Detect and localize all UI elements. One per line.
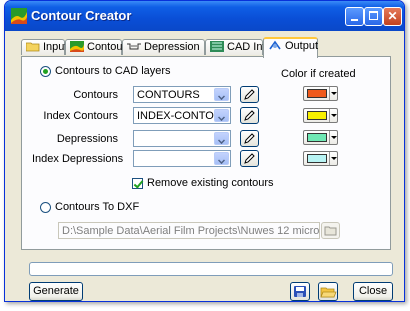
minimize-button[interactable]: [345, 7, 364, 26]
index-depressions-label: Index Depressions: [32, 153, 124, 165]
contour-map-icon: [70, 41, 84, 52]
chevron-down-icon[interactable]: [214, 132, 229, 145]
cad-info-icon: [210, 41, 224, 52]
contours-to-cad-radio[interactable]: [40, 66, 51, 77]
pencil-icon: [244, 89, 255, 100]
folder-open-icon: [324, 226, 337, 236]
dropdown-divider: [329, 87, 330, 100]
title-bar[interactable]: Contour Creator ✕: [5, 1, 404, 31]
minimize-icon: [351, 19, 358, 21]
open-button[interactable]: [318, 282, 338, 301]
depressions-label: Depressions: [56, 133, 118, 145]
dropdown-divider: [329, 131, 330, 144]
color-dropdown-arrow-icon: [331, 136, 337, 139]
contours-layer-value: CONTOURS: [137, 89, 200, 101]
tab-input-label: Input: [43, 41, 68, 53]
close-button[interactable]: Close: [353, 282, 393, 301]
window-title: Contour Creator: [31, 8, 132, 23]
contours-color-button[interactable]: [303, 86, 338, 101]
depressions-edit-button[interactable]: [240, 130, 259, 147]
checkmark-icon: [133, 178, 144, 189]
index-contours-layer-combo[interactable]: INDEX-CONTOUR: [133, 107, 231, 124]
browse-dxf-button[interactable]: [321, 222, 340, 239]
pencil-icon: [244, 110, 255, 121]
pencil-icon: [244, 153, 255, 164]
index-contours-label: Index Contours: [43, 110, 118, 122]
depressions-layer-combo[interactable]: [133, 130, 231, 147]
close-icon: ✕: [387, 9, 398, 23]
dxf-path-field[interactable]: D:\Sample Data\Aerial Film Projects\Nuwe…: [58, 222, 320, 239]
contours-label: Contours: [73, 89, 118, 101]
index-contours-color-button[interactable]: [303, 108, 338, 123]
maximize-button[interactable]: [364, 7, 383, 26]
generate-button[interactable]: Generate: [29, 282, 83, 301]
contours-layer-combo[interactable]: CONTOURS: [133, 86, 231, 103]
tab-output[interactable]: Output: [263, 37, 318, 58]
color-dropdown-arrow-icon: [331, 114, 337, 117]
remove-existing-label: Remove existing contours: [147, 177, 274, 189]
contours-color-swatch: [307, 89, 327, 98]
chevron-down-icon[interactable]: [214, 109, 229, 122]
progress-bar: [29, 262, 393, 276]
contours-to-cad-label: Contours to CAD layers: [55, 65, 171, 77]
folder-open-icon: [320, 287, 337, 298]
tab-depression[interactable]: Depression: [122, 39, 205, 55]
index-depressions-edit-button[interactable]: [240, 150, 259, 167]
tab-output-label: Output: [285, 40, 319, 52]
close-window-button[interactable]: ✕: [383, 7, 402, 26]
chevron-down-icon[interactable]: [214, 152, 229, 165]
folder-icon: [26, 42, 40, 52]
color-dropdown-arrow-icon: [331, 157, 337, 160]
index-depressions-color-swatch: [307, 154, 327, 163]
contours-to-dxf-label: Contours To DXF: [55, 201, 140, 213]
remove-existing-checkbox[interactable]: [132, 178, 144, 189]
output-icon: [269, 40, 281, 50]
index-depressions-color-button[interactable]: [303, 151, 338, 166]
color-dropdown-arrow-icon: [331, 92, 337, 95]
pencil-icon: [244, 133, 255, 144]
tab-depression-label: Depression: [144, 41, 200, 53]
index-contours-edit-button[interactable]: [240, 107, 259, 124]
index-depressions-layer-combo[interactable]: [133, 150, 231, 167]
tab-input[interactable]: Input: [21, 39, 68, 55]
output-panel: Contours to CAD layers Color if created …: [21, 56, 391, 250]
chevron-down-icon[interactable]: [214, 88, 229, 101]
tab-cad-info[interactable]: CAD Info: [205, 39, 272, 55]
contour-app-icon: [11, 8, 27, 24]
contours-edit-button[interactable]: [240, 86, 259, 103]
dropdown-divider: [329, 152, 330, 165]
index-contours-color-swatch: [307, 111, 327, 120]
save-button[interactable]: [290, 282, 310, 301]
color-if-created-label: Color if created: [281, 68, 356, 80]
depressions-color-swatch: [307, 133, 327, 142]
dxf-path-value: D:\Sample Data\Aerial Film Projects\Nuwe…: [62, 225, 320, 237]
tab-contour-label: Contour: [87, 41, 127, 53]
depressions-color-button[interactable]: [303, 130, 338, 145]
depression-icon: [127, 43, 141, 50]
save-icon: [294, 286, 306, 297]
dropdown-divider: [329, 109, 330, 122]
tab-contour[interactable]: Contour: [65, 39, 126, 55]
contours-to-dxf-radio[interactable]: [40, 202, 51, 213]
maximize-icon: [369, 11, 378, 20]
